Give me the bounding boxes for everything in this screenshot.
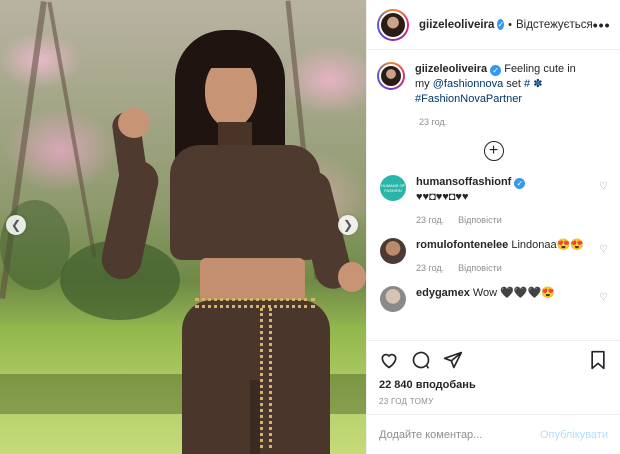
verified-badge-icon: ✓ (497, 19, 505, 30)
bookmark-icon[interactable] (588, 350, 608, 370)
verified-badge-icon: ✓ (514, 178, 526, 189)
comment-text: Lindonaa😍😍 (511, 239, 585, 251)
caption-time[interactable]: 23 год. (419, 117, 610, 127)
model-bangs (198, 38, 264, 68)
model-hand-right (338, 262, 366, 292)
heart-icon[interactable] (379, 350, 399, 370)
reply-button[interactable]: Відповісти (458, 263, 502, 273)
username-link[interactable]: giizeleoliveira (419, 19, 494, 31)
comment-item: romulofontenelee Lindonaa😍😍 23 год. Відпо… (377, 238, 610, 276)
plus-circle-icon[interactable]: + (483, 141, 504, 161)
add-comment-bar: Опублікувати (367, 414, 620, 454)
verified-badge-icon: ✓ (490, 65, 502, 76)
model-leg-gap (250, 380, 260, 454)
comment-item: HUMANS OF FASHION humansoffashionf ✓ ♥♥◘♥… (377, 175, 610, 228)
post-modal: ❮ ❯ giizeleoliveira ✓ • Відстежується ••… (0, 0, 620, 454)
likes-count[interactable]: 22 840 вподобань (379, 379, 608, 391)
follow-status-button[interactable]: Відстежується (516, 19, 593, 31)
heart-icon[interactable]: ♡ (599, 244, 608, 255)
model-hand-left (118, 108, 150, 138)
post-photo[interactable]: ❮ ❯ (0, 0, 366, 454)
comment-icon[interactable] (411, 350, 431, 370)
model-face (205, 58, 257, 128)
post-actions: 22 840 вподобань 23 ГОД ТОМУ Опублікуват… (367, 340, 620, 454)
comment-input[interactable] (379, 428, 540, 441)
reply-button[interactable]: Відповісти (458, 215, 502, 225)
caption-set: set (506, 78, 521, 90)
chain-belt-drop (260, 308, 272, 448)
comment-avatar[interactable]: HUMANS OF FASHION (380, 175, 406, 201)
comment-text: ♥♥◘♥♥◘♥♥ (416, 191, 469, 203)
bush (0, 200, 70, 290)
comment-item: edygamex Wow 🖤🖤🖤😍 ♡ (377, 286, 610, 312)
comment-text: Wow 🖤🖤🖤😍 (472, 287, 555, 299)
caption-emoji: ✽ (533, 78, 543, 90)
chain-belt (195, 298, 315, 308)
comment-avatar[interactable] (380, 286, 406, 312)
post-side-panel: giizeleoliveira ✓ • Відстежується ••• gi… (366, 0, 620, 454)
heart-icon[interactable]: ♡ (599, 181, 608, 192)
share-icon[interactable] (443, 350, 463, 370)
comment-time[interactable]: 23 год. (416, 263, 444, 273)
comment-username[interactable]: romulofontenelee (416, 239, 508, 251)
more-options-icon[interactable]: ••• (593, 17, 611, 33)
chevron-right-icon[interactable]: ❯ (338, 215, 358, 235)
separator-dot: • (508, 18, 512, 31)
caption-username[interactable]: giizeleoliveira (415, 63, 487, 75)
caption-avatar[interactable] (377, 62, 405, 90)
comment-avatar[interactable] (380, 238, 406, 264)
comments-list[interactable]: giizeleoliveira ✓ Feeling cute in my @fas… (367, 50, 620, 340)
comment-username[interactable]: humansoffashionf (416, 176, 511, 188)
caption: giizeleoliveira ✓ Feeling cute in my @fas… (377, 62, 610, 107)
comment-time[interactable]: 23 год. (416, 215, 444, 225)
load-more-comments[interactable]: + (377, 141, 610, 161)
caption-mention-link[interactable]: @fashionnova (433, 78, 504, 90)
post-header: giizeleoliveira ✓ • Відстежується ••• (367, 0, 620, 50)
comment-username[interactable]: edygamex (416, 287, 470, 299)
post-timestamp[interactable]: 23 ГОД ТОМУ (379, 397, 608, 406)
caption-hashtag-link[interactable]: #FashionNovaPartner (415, 93, 522, 105)
avatar[interactable] (377, 8, 409, 41)
publish-button[interactable]: Опублікувати (540, 429, 608, 441)
caption-hash-link[interactable]: # (524, 78, 530, 90)
heart-icon[interactable]: ♡ (599, 292, 608, 303)
action-icons (379, 347, 608, 373)
chevron-left-icon[interactable]: ❮ (6, 215, 26, 235)
